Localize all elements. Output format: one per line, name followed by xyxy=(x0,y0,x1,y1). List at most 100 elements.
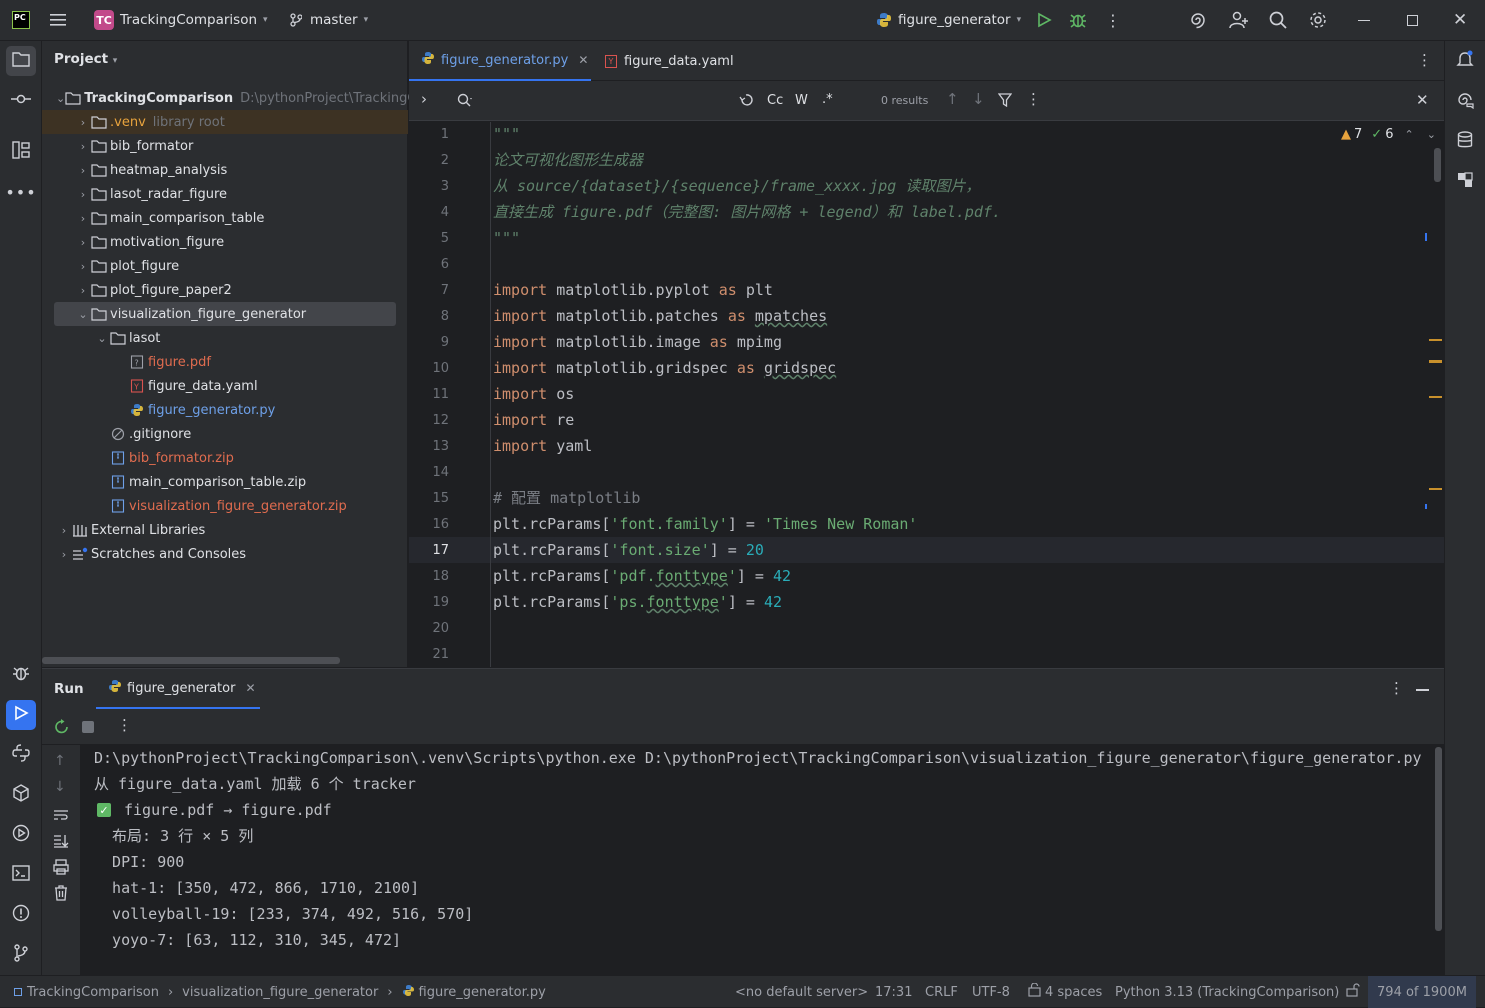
find-expand-icon[interactable]: › xyxy=(421,90,427,108)
project-tool-button[interactable] xyxy=(6,46,36,76)
line-number[interactable]: 17 xyxy=(409,543,449,558)
line-number[interactable]: 7 xyxy=(409,283,449,298)
words-button[interactable]: W xyxy=(795,93,808,108)
line-number[interactable]: 20 xyxy=(409,621,449,636)
line-number[interactable]: 16 xyxy=(409,517,449,532)
tree-item[interactable]: .gitignore xyxy=(42,422,408,446)
code-line-16[interactable]: plt.rcParams['font.family'] = 'Times New… xyxy=(493,511,917,537)
print-icon[interactable] xyxy=(53,859,69,879)
error-stripe-marker[interactable] xyxy=(1429,396,1442,398)
line-number[interactable]: 13 xyxy=(409,439,449,454)
find-more-icon[interactable]: ⋮ xyxy=(1026,90,1041,108)
debug-tool-button[interactable] xyxy=(6,660,36,690)
minimize-button[interactable] xyxy=(1358,0,1370,40)
run-config-selector[interactable]: figure_generator ▾ xyxy=(876,0,1021,40)
code-line-12[interactable]: import re xyxy=(493,407,574,433)
tree-item[interactable]: › heatmap_analysis xyxy=(42,158,408,182)
line-number[interactable]: 12 xyxy=(409,413,449,428)
editor-vertical-scrollbar[interactable] xyxy=(1434,148,1441,182)
breadcrumb-item[interactable]: visualization_figure_generator xyxy=(182,985,378,1000)
regex-button[interactable]: .* xyxy=(822,92,833,107)
main-menu-button[interactable] xyxy=(50,0,68,40)
database-tool-button[interactable] xyxy=(1450,127,1480,157)
line-number[interactable]: 11 xyxy=(409,387,449,402)
code-line-7[interactable]: import matplotlib.pyplot as plt xyxy=(493,277,773,303)
project-horizontal-scrollbar[interactable] xyxy=(42,657,340,664)
chevron-right-icon[interactable]: › xyxy=(75,164,91,177)
tree-item[interactable]: › motivation_figure xyxy=(42,230,408,254)
arrow-down-icon[interactable]: ↓ xyxy=(972,90,985,108)
code-line-9[interactable]: import matplotlib.image as mpimg xyxy=(493,329,782,355)
line-number[interactable]: 21 xyxy=(409,647,449,662)
line-number[interactable]: 19 xyxy=(409,595,449,610)
tree-item[interactable]: ⌄ lasot xyxy=(42,326,408,350)
tab-figure-data-yaml[interactable]: Y figure_data.yaml xyxy=(605,41,734,81)
line-number[interactable]: 6 xyxy=(409,257,449,272)
match-case-button[interactable]: Cc xyxy=(767,93,783,108)
code-line-5[interactable]: """ xyxy=(493,225,520,251)
line-number[interactable]: 2 xyxy=(409,153,449,168)
tree-item[interactable]: bib_formator.zip xyxy=(42,446,408,470)
code-line-19[interactable]: plt.rcParams['ps.fonttype'] = 42 xyxy=(493,589,782,615)
tree-item[interactable]: main_comparison_table.zip xyxy=(42,470,408,494)
close-tab-icon[interactable]: ✕ xyxy=(578,53,588,67)
chevron-right-icon[interactable]: › xyxy=(75,260,91,273)
code-line-4[interactable]: 直接生成 figure.pdf（完整图: 图片网格 + legend）和 lab… xyxy=(493,199,1001,225)
run-button[interactable] xyxy=(1036,0,1052,40)
more-actions-button[interactable]: ⋮ xyxy=(1105,0,1121,40)
tree-root[interactable]: ⌄ TrackingComparison D:\pythonProject\Tr… xyxy=(42,86,416,110)
tree-item[interactable]: › .venv library root xyxy=(42,110,408,134)
project-switcher[interactable]: TC TrackingComparison ▾ xyxy=(94,0,268,40)
code-line-13[interactable]: import yaml xyxy=(493,433,592,459)
status-memory[interactable]: 794 of 1900M xyxy=(1368,976,1476,1008)
status-position[interactable]: 17:31 xyxy=(875,976,912,1008)
code-line-1[interactable]: """ xyxy=(493,121,520,147)
line-number[interactable]: 9 xyxy=(409,335,449,350)
line-number[interactable]: 18 xyxy=(409,569,449,584)
status-readonly-toggle[interactable] xyxy=(1346,976,1360,1008)
arrow-up-icon[interactable]: ↑ xyxy=(946,90,959,108)
python-packages-button[interactable] xyxy=(6,780,36,810)
ai-chat-button[interactable] xyxy=(1450,87,1480,117)
rerun-icon[interactable] xyxy=(54,719,70,739)
chevron-right-icon[interactable]: › xyxy=(75,284,91,297)
error-stripe-marker[interactable] xyxy=(1425,233,1427,241)
code-line-15[interactable]: # 配置 matplotlib xyxy=(493,485,640,511)
commit-tool-button[interactable] xyxy=(6,86,36,116)
run-vertical-scrollbar[interactable] xyxy=(1435,747,1442,931)
tree-item[interactable]: ? figure.pdf xyxy=(42,350,408,374)
chevron-right-icon[interactable]: › xyxy=(75,236,91,249)
code-line-2[interactable]: 论文可视化图形生成器 xyxy=(493,147,643,173)
tree-item[interactable]: › bib_formator xyxy=(42,134,408,158)
run-more-icon[interactable]: ⋮ xyxy=(1389,679,1404,697)
branch-switcher[interactable]: master ▾ xyxy=(290,0,368,40)
run-tab-figure-generator[interactable]: figure_generator ✕ xyxy=(96,669,260,709)
problems-tool-button[interactable] xyxy=(6,900,36,930)
code-line-11[interactable]: import os xyxy=(493,381,574,407)
inspection-widget[interactable]: ▲ 7 ✓ 6 ⌃ ⌄ xyxy=(1341,127,1436,142)
python-console-button[interactable] xyxy=(6,740,36,770)
chevron-up-icon[interactable]: ⌃ xyxy=(1404,128,1413,141)
code-line-8[interactable]: import matplotlib.patches as mpatches xyxy=(493,303,827,329)
chevron-right-icon[interactable]: › xyxy=(75,212,91,225)
tree-item[interactable]: figure_generator.py xyxy=(42,398,408,422)
sciview-tool-button[interactable] xyxy=(1450,167,1480,197)
arrow-down-icon[interactable]: ↓ xyxy=(54,779,66,795)
settings-button[interactable] xyxy=(1309,0,1327,40)
error-stripe-marker[interactable] xyxy=(1429,360,1442,363)
chevron-right-icon[interactable]: › xyxy=(75,116,91,129)
arrow-up-icon[interactable]: ↑ xyxy=(54,753,66,769)
chevron-down-icon[interactable]: ⌄ xyxy=(75,308,91,321)
tree-item[interactable]: › plot_figure xyxy=(42,254,408,278)
filter-icon[interactable] xyxy=(997,93,1013,111)
tabs-more-icon[interactable]: ⋮ xyxy=(1417,51,1432,69)
line-number[interactable]: 14 xyxy=(409,465,449,480)
chevron-down-icon[interactable]: ⌄ xyxy=(1427,128,1436,141)
stop-icon[interactable] xyxy=(82,721,94,733)
debug-button[interactable] xyxy=(1069,0,1087,40)
error-stripe-marker[interactable] xyxy=(1429,488,1442,490)
tree-external-libraries[interactable]: › External Libraries xyxy=(42,518,408,542)
tree-item[interactable]: visualization_figure_generator.zip xyxy=(42,494,408,518)
line-number[interactable]: 15 xyxy=(409,491,449,506)
tree-item[interactable]: › main_comparison_table xyxy=(42,206,408,230)
